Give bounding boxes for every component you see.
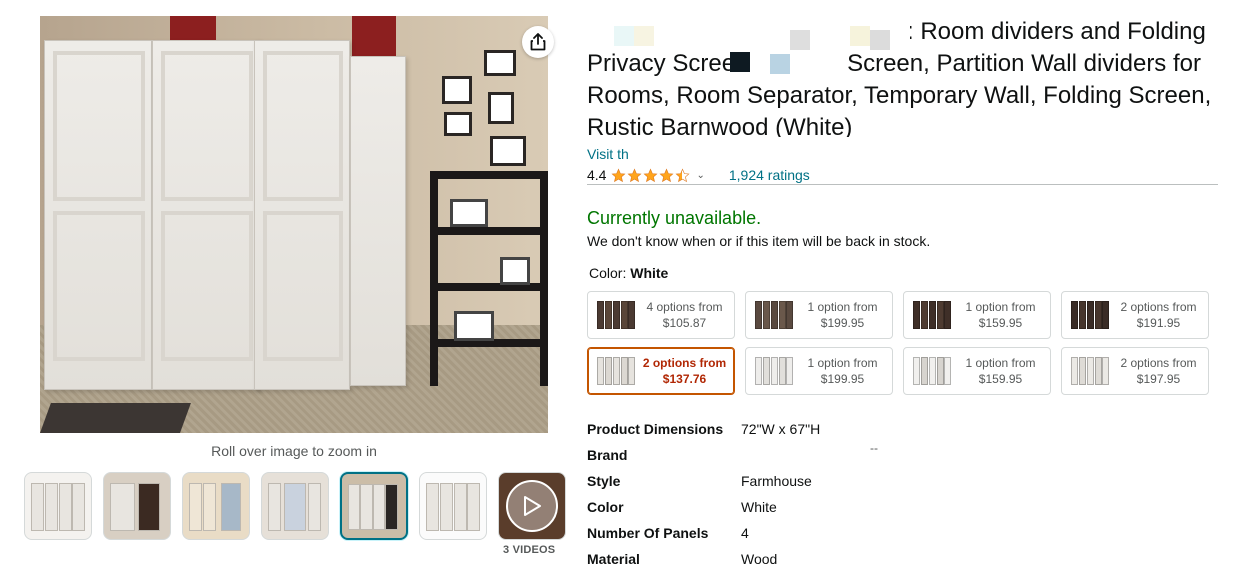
swatch-options: 1 option from xyxy=(965,356,1036,370)
color-label: Color: White xyxy=(589,265,668,281)
divider-panel xyxy=(350,56,406,386)
spec-key: Brand xyxy=(587,447,628,463)
rating-row: 4.4 ⌄ 1,924 ratings xyxy=(587,166,810,184)
spec-value: Farmhouse xyxy=(741,473,812,489)
color-swatch[interactable]: 1 option from $159.95 xyxy=(903,347,1051,395)
divider-panel xyxy=(152,40,260,390)
color-swatch[interactable]: 1 option from $199.95 xyxy=(745,291,893,339)
wall-frame xyxy=(490,136,526,166)
star-rating[interactable] xyxy=(611,167,690,183)
swatch-image xyxy=(755,355,793,387)
video-count-label: 3 VIDEOS xyxy=(503,544,556,556)
swatch-options: 2 options from xyxy=(642,356,727,370)
main-product-image[interactable] xyxy=(40,16,548,433)
thumbnail[interactable] xyxy=(419,472,487,540)
swatch-image xyxy=(1071,355,1109,387)
redacted-area xyxy=(730,50,848,76)
divider xyxy=(587,184,1218,185)
swatch-options: 2 options from xyxy=(1120,300,1197,314)
swatch-image xyxy=(913,299,951,331)
star-icon xyxy=(627,167,642,182)
visit-store-link[interactable]: Visit th xyxy=(587,146,629,162)
swatch-price: $197.95 xyxy=(1136,372,1181,386)
color-swatch[interactable]: 2 options from $191.95 xyxy=(1061,291,1209,339)
color-swatch[interactable]: 1 option from $199.95 xyxy=(745,347,893,395)
spec-key: Material xyxy=(587,551,640,567)
color-label-prefix: Color: xyxy=(589,265,631,281)
share-icon xyxy=(530,33,546,51)
ladder-shelf xyxy=(430,171,548,386)
stock-note: We don't know when or if this item will … xyxy=(587,233,931,249)
star-icon xyxy=(659,167,674,182)
swatch-price: $199.95 xyxy=(820,372,865,386)
spec-row: Color White xyxy=(587,494,1087,520)
spec-key: Number Of Panels xyxy=(587,525,709,541)
video-thumbnail[interactable] xyxy=(498,472,566,540)
color-swatch-selected[interactable]: 2 options from $137.76 xyxy=(587,347,735,395)
ratings-count-link[interactable]: 1,924 ratings xyxy=(729,167,810,183)
rating-value: 4.4 xyxy=(587,167,607,183)
image-rug xyxy=(40,403,191,433)
swatch-options: 2 options from xyxy=(1120,356,1197,370)
redacted-area xyxy=(650,148,830,164)
swatch-options: 1 option from xyxy=(807,356,878,370)
selected-color: White xyxy=(630,265,669,281)
color-swatch-grid: 4 options from $105.87 1 option from $199.… xyxy=(587,291,1209,395)
thumbnail[interactable] xyxy=(261,472,329,540)
spec-row: Brand xyxy=(587,442,1087,468)
spec-key: Style xyxy=(587,473,621,489)
spec-value: 72"W x 67"H xyxy=(741,421,821,437)
wall-frame xyxy=(444,112,472,136)
swatch-image xyxy=(913,355,951,387)
thumbnail-selected[interactable] xyxy=(340,472,408,540)
swatch-image xyxy=(597,299,635,331)
spec-row: Product Dimensions 72"W x 67"H xyxy=(587,416,1087,442)
color-swatch[interactable]: 2 options from $197.95 xyxy=(1061,347,1209,395)
spec-row: Material Wood xyxy=(587,546,1087,571)
spec-value: 4 xyxy=(741,525,749,541)
spec-key: Product Dimensions xyxy=(587,421,724,437)
divider-panel xyxy=(44,40,152,390)
chevron-down-icon[interactable]: ⌄ xyxy=(696,170,704,181)
spec-key: Color xyxy=(587,499,624,515)
wall-frame xyxy=(484,50,516,76)
swatch-price: $199.95 xyxy=(820,316,865,330)
zoom-hint: Roll over image to zoom in xyxy=(211,443,377,459)
swatch-options: 4 options from xyxy=(646,300,723,314)
thumbnail[interactable] xyxy=(182,472,250,540)
brand-placeholder: -- xyxy=(870,441,878,455)
color-swatch[interactable]: 1 option from $159.95 xyxy=(903,291,1051,339)
color-swatch[interactable]: 4 options from $105.87 xyxy=(587,291,735,339)
swatch-price: $105.87 xyxy=(662,316,707,330)
play-icon xyxy=(524,496,541,516)
spec-row: Style Farmhouse xyxy=(587,468,1087,494)
share-button[interactable] xyxy=(522,26,554,58)
swatch-image xyxy=(597,355,635,387)
divider-panel xyxy=(254,40,350,390)
thumbnail-strip xyxy=(24,472,566,540)
half-star-icon xyxy=(675,167,690,182)
swatch-options: 1 option from xyxy=(807,300,878,314)
play-button[interactable] xyxy=(506,480,558,532)
swatch-options: 1 option from xyxy=(965,300,1036,314)
spec-value: Wood xyxy=(741,551,778,567)
swatch-image xyxy=(755,299,793,331)
swatch-price: $191.95 xyxy=(1136,316,1181,330)
wall-frame xyxy=(442,76,472,104)
swatch-price: $159.95 xyxy=(978,316,1023,330)
product-specs: Product Dimensions 72"W x 67"H Brand Styl… xyxy=(587,416,1087,571)
swatch-image xyxy=(1071,299,1109,331)
star-icon xyxy=(611,167,626,182)
spec-value: White xyxy=(741,499,777,515)
swatch-price: $159.95 xyxy=(978,372,1023,386)
swatch-price: $137.76 xyxy=(662,372,707,386)
thumbnail[interactable] xyxy=(24,472,92,540)
availability-status: Currently unavailable. xyxy=(587,208,762,228)
spec-row: Number Of Panels 4 xyxy=(587,520,1087,546)
star-icon xyxy=(643,167,658,182)
redacted-area xyxy=(600,18,910,50)
thumbnail[interactable] xyxy=(103,472,171,540)
wall-frame xyxy=(488,92,514,124)
